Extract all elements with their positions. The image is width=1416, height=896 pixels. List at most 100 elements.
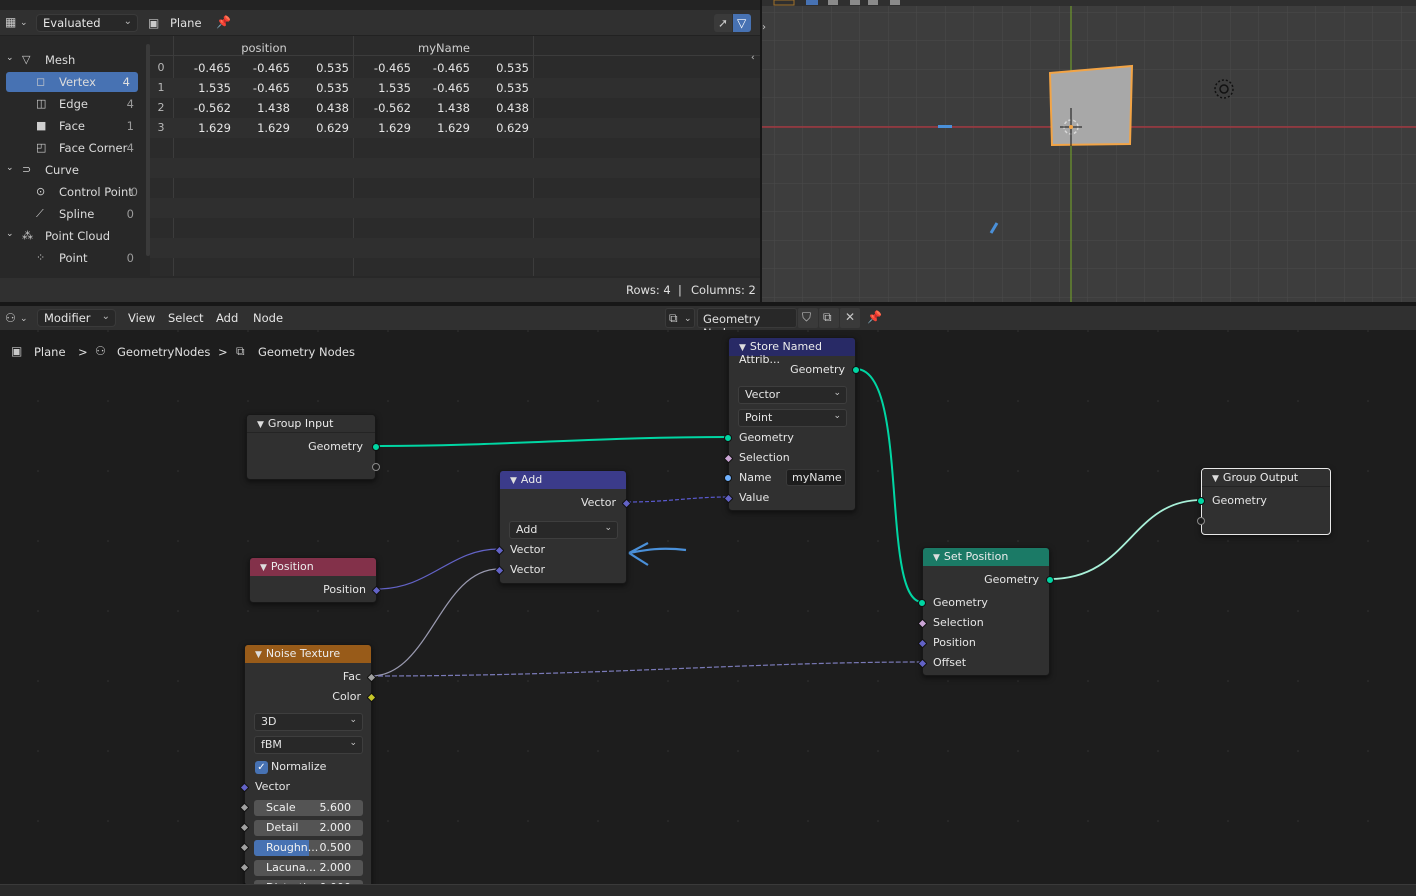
- tree-item-point-cloud[interactable]: ⌄ ⁂ Point Cloud: [0, 226, 142, 246]
- chevron-down-icon: ⌄: [349, 738, 357, 748]
- tree-item-point[interactable]: ⁘ Point 0: [0, 248, 142, 268]
- menu-select[interactable]: Select: [168, 311, 203, 325]
- pin-icon[interactable]: 📌: [867, 311, 882, 323]
- node-group-output[interactable]: ▼ Group Output Geometry: [1197, 468, 1331, 535]
- collapse-chevron-icon[interactable]: ▼: [1212, 474, 1219, 484]
- node-header[interactable]: ▼ Store Named Attrib...: [729, 338, 855, 366]
- editor-type-node-icon[interactable]: ⚇: [5, 312, 16, 324]
- input-socket-virtual[interactable]: [1197, 517, 1205, 525]
- breadcrumb-separator: >: [78, 345, 88, 359]
- detail-field[interactable]: Detail 2.000: [254, 820, 363, 836]
- close-icon: ✕: [845, 310, 856, 324]
- menu-view[interactable]: View: [128, 311, 155, 325]
- domain-dropdown[interactable]: Point ⌄: [738, 409, 847, 427]
- chevron-down-icon[interactable]: ⌄: [6, 53, 14, 63]
- spreadsheet-header: ▦ ⌄ Evaluated ⌄ ▣ Plane 📌 ➚ ▽: [0, 10, 760, 36]
- row-index: 1: [157, 81, 165, 94]
- input-socket-geometry[interactable]: [918, 599, 926, 607]
- breadcrumb-modifier[interactable]: GeometryNodes: [117, 345, 210, 359]
- output-socket-virtual[interactable]: [372, 463, 380, 471]
- node-header[interactable]: ▼ Set Position: [923, 548, 1049, 566]
- chevron-down-icon[interactable]: ⌄: [6, 163, 14, 173]
- output-socket-geometry[interactable]: [372, 443, 380, 451]
- normalize-checkbox[interactable]: ✓: [255, 761, 268, 774]
- roughness-field[interactable]: Roughn... 0.500: [254, 840, 363, 856]
- modifier-icon: ⚇: [95, 344, 106, 358]
- field-label: Lacuna...: [266, 861, 317, 874]
- node-header[interactable]: ▼ Group Input: [247, 415, 375, 433]
- node-tree-name-field[interactable]: Geometry Nodes: [697, 308, 797, 340]
- tree-item-vertex[interactable]: ◻ Vertex 4: [6, 72, 138, 92]
- socket-label: Vector: [510, 563, 546, 576]
- node-tree-browse-button[interactable]: ⧉ ⌄: [665, 308, 695, 328]
- tree-item-face[interactable]: ■ Face 1: [0, 116, 142, 136]
- object-icon: ▣: [148, 16, 160, 30]
- collapse-chevron-icon[interactable]: ▼: [739, 343, 746, 353]
- collapse-chevron-icon[interactable]: ▼: [255, 650, 262, 660]
- operation-dropdown[interactable]: Add ⌄: [509, 521, 618, 539]
- node-position[interactable]: ▼ Position Position: [249, 557, 382, 603]
- point-icon: ⁘: [36, 251, 46, 264]
- filter-toggle[interactable]: ▽: [733, 14, 751, 32]
- node-noise-texture[interactable]: ▼ Noise Texture Fac Color 3D ⌄ fBM ⌄ ✓ Norm…: [239, 644, 377, 896]
- copy-icon: ⧉: [823, 310, 832, 324]
- unlink-button[interactable]: ✕: [840, 308, 860, 328]
- data-type-dropdown[interactable]: Vector ⌄: [738, 386, 847, 404]
- node-header[interactable]: ▼ Noise Texture: [245, 645, 371, 663]
- tree-item-curve[interactable]: ⌄ ⊃ Curve: [0, 160, 142, 180]
- menu-node[interactable]: Node: [253, 311, 283, 325]
- tree-item-face-corner[interactable]: ◰ Face Corner 4: [0, 138, 142, 158]
- noise-type-dropdown[interactable]: fBM ⌄: [254, 736, 363, 754]
- table-row: 1 1.535 -0.465 0.535 1.535 -0.465 0.535: [150, 78, 760, 98]
- tree-item-label: Edge: [59, 97, 88, 111]
- spline-icon: ⟋: [36, 207, 44, 220]
- node-header[interactable]: ▼ Add: [500, 471, 626, 489]
- breadcrumb-node-tree[interactable]: Geometry Nodes: [258, 345, 355, 359]
- breadcrumb-object[interactable]: Plane: [34, 345, 66, 359]
- table-cell: -0.465: [252, 81, 290, 95]
- chevron-down-icon[interactable]: ⌄: [20, 17, 28, 29]
- node-group-input[interactable]: ▼ Group Input Geometry: [246, 414, 380, 480]
- node-editor-canvas[interactable]: [0, 330, 1416, 890]
- node-header[interactable]: ▼ Group Output: [1202, 469, 1330, 487]
- pin-icon[interactable]: 📌: [216, 16, 231, 28]
- chevron-right-icon[interactable]: ›: [762, 22, 766, 34]
- selected-only-toggle[interactable]: ➚: [714, 14, 732, 32]
- scale-field[interactable]: Scale 5.600: [254, 800, 363, 816]
- fake-user-button[interactable]: ⛉: [798, 308, 818, 328]
- tree-item-edge[interactable]: ◫ Edge 4: [0, 94, 142, 114]
- node-set-position[interactable]: ▼ Set Position Geometry Geometry Selectio…: [917, 547, 1054, 676]
- duplicate-button[interactable]: ⧉: [819, 308, 839, 328]
- lacunarity-field[interactable]: Lacuna... 2.000: [254, 860, 363, 876]
- input-socket-geometry[interactable]: [724, 434, 732, 442]
- name-input[interactable]: myName: [786, 469, 846, 486]
- node-header[interactable]: ▼ Position: [250, 558, 376, 576]
- collapse-chevron-icon[interactable]: ▼: [260, 563, 267, 573]
- editor-type-spreadsheet-icon[interactable]: ▦: [5, 16, 16, 28]
- output-socket-geometry[interactable]: [1046, 576, 1054, 584]
- column-header-myname[interactable]: myName: [354, 41, 534, 55]
- input-socket-geometry[interactable]: [1197, 497, 1205, 505]
- node-vector-math-add[interactable]: ▼ Add Vector Add ⌄ Vector Vector: [494, 470, 632, 584]
- output-socket-geometry[interactable]: [852, 366, 860, 374]
- column-header-position[interactable]: position: [174, 41, 354, 55]
- chevron-down-icon[interactable]: ⌄: [20, 313, 28, 325]
- collapse-chevron-icon[interactable]: ▼: [510, 476, 517, 486]
- tree-item-mesh[interactable]: ⌄ ▽ Mesh: [0, 50, 142, 70]
- tree-item-spline[interactable]: ⟋ Spline 0: [0, 204, 142, 224]
- collapse-chevron-icon[interactable]: ▼: [933, 553, 940, 563]
- input-socket-name[interactable]: [724, 474, 732, 482]
- menu-add[interactable]: Add: [216, 311, 238, 325]
- 3d-viewport[interactable]: ›: [762, 0, 1416, 302]
- display-mode-dropdown[interactable]: Evaluated ⌄: [36, 14, 138, 32]
- editor-context-dropdown[interactable]: Modifier ⌄: [37, 309, 116, 327]
- status-bar: [0, 884, 1416, 896]
- node-store-named-attribute[interactable]: ▼ Store Named Attrib... Geometry Vector ⌄ …: [723, 337, 860, 511]
- tree-item-label: Face Corner: [59, 141, 128, 155]
- socket-label: Name: [739, 471, 772, 484]
- collapse-chevron-icon[interactable]: ▼: [257, 420, 264, 430]
- chevron-down-icon[interactable]: ⌄: [6, 229, 14, 239]
- dimensions-dropdown[interactable]: 3D ⌄: [254, 713, 363, 731]
- chevron-left-icon[interactable]: ‹: [751, 52, 755, 64]
- tree-item-control-point[interactable]: ⊙ Control Point 0: [0, 182, 142, 202]
